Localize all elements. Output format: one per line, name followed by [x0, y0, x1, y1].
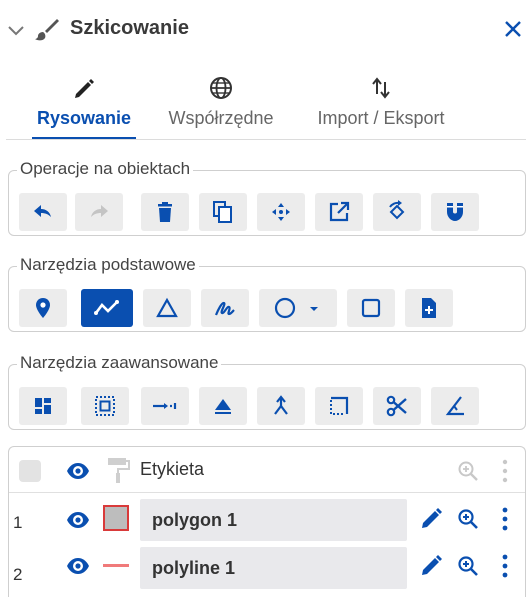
- merge-icon: [274, 395, 288, 415]
- tab-drawing[interactable]: Rysowanie: [32, 70, 136, 140]
- name-cell[interactable]: polygon 1: [140, 499, 407, 541]
- scissors-button[interactable]: [373, 387, 421, 425]
- flip-triangle-button[interactable]: [199, 387, 247, 425]
- delete-button[interactable]: [141, 193, 189, 231]
- circle-icon: [274, 297, 296, 319]
- group-title: Narzędzia zaawansowane: [17, 353, 222, 373]
- zoom-in-icon[interactable]: [456, 507, 480, 531]
- zoom-in-icon[interactable]: [456, 554, 480, 578]
- group-title: Narzędzia podstawowe: [17, 255, 199, 275]
- caret-down-icon: [310, 307, 318, 311]
- tab-import-export[interactable]: Import / Eksport: [304, 70, 458, 140]
- circle-tool-dropdown[interactable]: [259, 289, 337, 327]
- more-vert-icon[interactable]: [500, 458, 510, 484]
- row-index: 1: [13, 513, 23, 532]
- tab-coordinates[interactable]: Współrzędne: [160, 70, 282, 140]
- table-header: Etykieta: [9, 447, 525, 493]
- eye-icon[interactable]: [66, 509, 90, 531]
- dashed-corner-button[interactable]: [315, 387, 363, 425]
- split-layout-button[interactable]: [19, 387, 67, 425]
- table-row[interactable]: 2 polyline 1: [9, 543, 525, 593]
- brush-icon: [35, 19, 59, 41]
- row-index: 2: [13, 565, 23, 584]
- move-button[interactable]: [257, 193, 305, 231]
- paint-roller-icon: [108, 458, 130, 483]
- angle-button[interactable]: [431, 387, 479, 425]
- table-row[interactable]: 1 polygon 1: [9, 495, 525, 545]
- copy-button[interactable]: [199, 193, 247, 231]
- polyline-tool-button[interactable]: [81, 289, 133, 327]
- copy-icon: [213, 201, 232, 223]
- edit-pencil-icon[interactable]: [419, 507, 443, 531]
- tab-label: Rysowanie: [36, 108, 132, 128]
- zoom-in-icon[interactable]: [456, 459, 480, 483]
- more-vert-icon[interactable]: [500, 506, 510, 532]
- tab-label: Import / Eksport: [317, 108, 445, 128]
- feature-name: polyline 1: [152, 558, 236, 578]
- point-marker-icon: [36, 298, 50, 318]
- import-export-icon: [372, 77, 390, 99]
- scissors-icon: [386, 395, 407, 417]
- name-cell[interactable]: polyline 1: [140, 547, 407, 589]
- freehand-tool-button[interactable]: [201, 289, 249, 327]
- snap-magnet-icon: [447, 203, 463, 221]
- tab-label: Współrzędne: [168, 108, 274, 128]
- rectangle-icon: [361, 298, 381, 318]
- edit-pencil-icon[interactable]: [419, 554, 443, 578]
- eye-icon[interactable]: [66, 555, 90, 577]
- basic-tools-group: Narzędzia podstawowe: [8, 255, 526, 332]
- undo-icon: [34, 205, 51, 217]
- flip-triangle-icon: [215, 399, 231, 414]
- polygon-swatch[interactable]: [103, 505, 129, 531]
- polyline-icon: [94, 300, 119, 315]
- object-operations-group: Operacje na obiektach: [8, 159, 526, 236]
- pencil-icon: [75, 79, 94, 98]
- globe-icon: [210, 77, 232, 99]
- split-layout-icon: [35, 398, 51, 414]
- line-swatch[interactable]: [103, 564, 129, 567]
- panel-header: Szkicowanie: [0, 0, 532, 58]
- eye-icon[interactable]: [66, 460, 90, 482]
- group-title: Operacje na obiektach: [17, 159, 194, 179]
- more-vert-icon[interactable]: [500, 553, 510, 579]
- undo-button[interactable]: [19, 193, 67, 231]
- features-table: Etykieta 1 polygon 1 2 polyline 1: [8, 446, 526, 597]
- extend-line-button[interactable]: [141, 387, 189, 425]
- dashed-corner-icon: [330, 396, 349, 415]
- polygon-icon: [156, 297, 178, 318]
- redo-button[interactable]: [75, 193, 123, 231]
- rotate-icon: [389, 200, 405, 220]
- delete-icon: [158, 202, 172, 222]
- select-area-icon: [95, 396, 115, 416]
- tab-divider: [6, 139, 526, 140]
- close-icon[interactable]: [502, 18, 524, 40]
- advanced-tools-group: Narzędzia zaawansowane: [8, 353, 526, 430]
- tab-bar: Rysowanie Współrzędne Import / Eksport: [0, 70, 532, 140]
- open-external-icon: [329, 201, 350, 222]
- redo-icon: [91, 205, 108, 217]
- rotate-button[interactable]: [373, 193, 421, 231]
- select-area-button[interactable]: [81, 387, 129, 425]
- feature-name: polygon 1: [152, 510, 237, 530]
- select-all-checkbox[interactable]: [19, 460, 41, 482]
- move-icon: [272, 203, 290, 221]
- angle-icon: [445, 396, 464, 416]
- open-external-button[interactable]: [315, 193, 363, 231]
- polygon-tool-button[interactable]: [143, 289, 191, 327]
- add-file-icon: [422, 298, 436, 318]
- merge-button[interactable]: [257, 387, 305, 425]
- freehand-icon: [214, 301, 235, 316]
- point-tool-button[interactable]: [19, 289, 67, 327]
- panel-title: Szkicowanie: [70, 17, 189, 39]
- snap-button[interactable]: [431, 193, 479, 231]
- rectangle-tool-button[interactable]: [347, 289, 395, 327]
- extend-line-icon: [153, 403, 177, 409]
- add-file-button[interactable]: [405, 289, 453, 327]
- chevron-down-icon[interactable]: [6, 22, 26, 38]
- label-column-header: Etykieta: [140, 459, 205, 479]
